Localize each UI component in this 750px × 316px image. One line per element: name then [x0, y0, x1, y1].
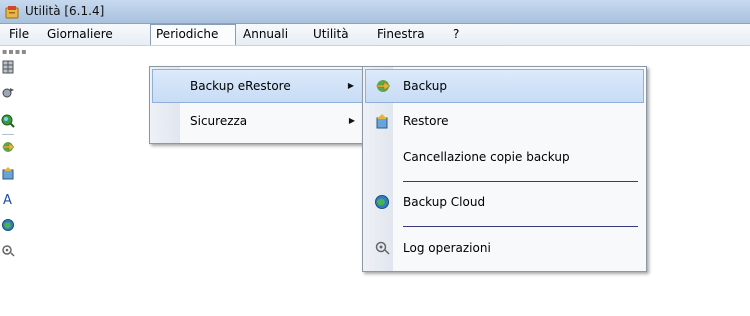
menu-finestra[interactable]: Finestra: [372, 24, 430, 45]
menu-item-cancellazione-copie[interactable]: Cancellazione copie backup: [365, 140, 644, 174]
backup-restore-submenu: Backup Restore Cancellazione copie backu…: [362, 66, 647, 272]
globe-search-icon[interactable]: [1, 114, 15, 128]
font-a-icon[interactable]: A: [1, 192, 15, 206]
window-title: Utilità [6.1.4]: [25, 4, 105, 18]
menu-file[interactable]: File: [4, 24, 34, 45]
gear-icon[interactable]: [1, 86, 15, 100]
grid-icon[interactable]: [1, 60, 15, 74]
menu-item-label: Backup eRestore: [190, 79, 291, 93]
menu-giornaliere[interactable]: Giornaliere: [42, 24, 118, 45]
restore-icon[interactable]: [1, 166, 15, 180]
menu-periodiche[interactable]: Periodiche: [150, 24, 236, 45]
menu-item-label: Cancellazione copie backup: [403, 150, 570, 164]
menu-help[interactable]: ?: [448, 24, 464, 45]
menu-item-restore[interactable]: Restore: [365, 104, 644, 138]
log-icon[interactable]: [1, 244, 15, 258]
title-bar: Utilità [6.1.4]: [0, 0, 750, 24]
submenu-arrow-icon: ▶: [348, 116, 355, 125]
log-icon: [375, 241, 390, 255]
menu-bar: File Giornaliere Periodiche Annuali Util…: [0, 24, 750, 46]
menu-item-label: Backup Cloud: [403, 195, 486, 209]
svg-text:A: A: [3, 193, 12, 206]
vertical-toolbar: ▪▪▪▪ A: [0, 46, 27, 316]
menu-separator: [403, 181, 638, 182]
backup-icon[interactable]: [1, 140, 15, 154]
menu-item-label: Log operazioni: [403, 241, 491, 255]
app-icon: [5, 6, 19, 19]
menu-item-log-operazioni[interactable]: Log operazioni: [365, 231, 644, 265]
menu-item-backup[interactable]: Backup: [365, 69, 644, 103]
menu-item-backup-restore[interactable]: Backup eRestore ▶: [152, 69, 363, 103]
menu-item-backup-cloud[interactable]: Backup Cloud: [365, 185, 644, 219]
menu-item-label: Sicurezza: [190, 114, 248, 128]
backup-icon: [376, 80, 391, 92]
menu-item-sicurezza[interactable]: Sicurezza ▶: [152, 104, 363, 138]
menu-separator: [403, 226, 638, 227]
cloud-globe-icon[interactable]: [1, 218, 15, 232]
submenu-arrow-icon: ▶: [347, 81, 354, 90]
menu-item-label: Restore: [403, 114, 449, 128]
toolbar-separator: [2, 134, 14, 135]
menu-item-label: Backup: [403, 79, 447, 93]
periodiche-menu: Backup eRestore ▶ Sicurezza ▶: [149, 66, 366, 144]
restore-icon: [376, 114, 388, 129]
menu-annuali[interactable]: Annuali: [238, 24, 293, 45]
cloud-globe-icon: [375, 195, 389, 209]
menu-utilita[interactable]: Utilità: [308, 24, 354, 45]
toolbar-grip[interactable]: ▪▪▪▪: [2, 48, 28, 56]
